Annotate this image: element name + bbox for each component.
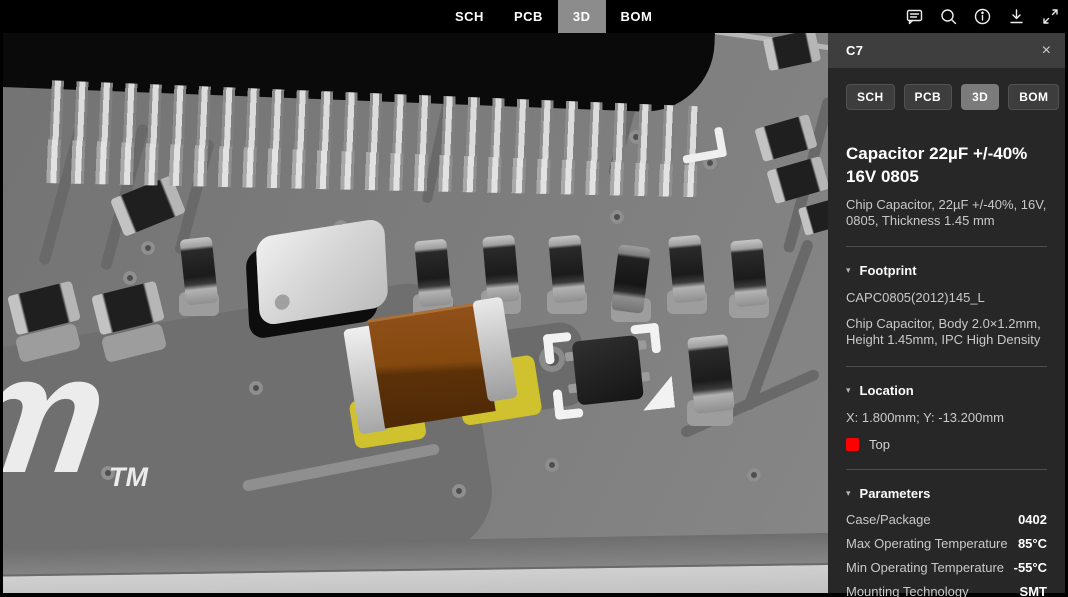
tab-sch[interactable]: SCH: [440, 0, 499, 33]
location-section-header[interactable]: ▾ Location: [846, 383, 1047, 398]
parameter-row: Mounting Technology SMT: [846, 579, 1047, 597]
panel-tab-3d[interactable]: 3D: [961, 84, 1000, 110]
pcb-via: [545, 458, 559, 472]
panel-tab-sch[interactable]: SCH: [846, 84, 895, 110]
parameter-label: Max Operating Temperature: [846, 535, 1008, 551]
smd-capacitor[interactable]: [687, 334, 735, 414]
parameters-section-label: Parameters: [859, 486, 931, 501]
view-tabs: SCH PCB 3D BOM: [440, 0, 667, 33]
pcb-via: [141, 241, 155, 255]
footprint-section-header[interactable]: ▾ Footprint: [846, 263, 1047, 278]
parameter-value: -55°C: [1013, 559, 1047, 575]
location-section-label: Location: [859, 382, 914, 398]
parameter-value: 85°C: [1017, 535, 1047, 551]
search-icon[interactable]: [939, 7, 958, 26]
footprint-section-label: Footprint: [859, 263, 917, 278]
parameters-section: ▾ Parameters Case/Package 0402 Max Opera…: [846, 470, 1047, 597]
parameters-section-header[interactable]: ▾ Parameters: [846, 486, 1047, 501]
footprint-description: Chip Capacitor, Body 2.0×1.2mm, Height 1…: [846, 315, 1041, 348]
crystal-pin1-dot: [274, 293, 291, 311]
parameter-row: Min Operating Temperature -55°C: [846, 555, 1047, 579]
sot-body: [571, 334, 644, 406]
selection-bracket: [554, 408, 584, 420]
pcb-via: [452, 484, 466, 498]
pcb-via: [249, 381, 263, 395]
selected-capacitor-c7[interactable]: [342, 296, 543, 451]
sot-package-group[interactable]: [542, 312, 679, 433]
info-icon[interactable]: [973, 7, 992, 26]
smd-capacitor[interactable]: [548, 234, 586, 304]
layer-row: Top: [846, 437, 1047, 452]
parameter-label: Min Operating Temperature: [846, 559, 1005, 575]
parameter-row: Case/Package 0402: [846, 507, 1047, 531]
smd-capacitor[interactable]: [482, 234, 520, 304]
parameter-label: Case/Package: [846, 511, 931, 527]
parameter-list: Case/Package 0402 Max Operating Temperat…: [846, 507, 1047, 597]
component-name: Capacitor 22µF +/-40% 16V 0805: [846, 144, 1028, 186]
panel-view-tabs: SCH PCB 3D BOM: [846, 84, 1060, 110]
silkscreen-logo-tm: TM: [109, 462, 148, 492]
location-coordinates: X: 1.800mm; Y: -13.200mm: [846, 409, 1004, 425]
footprint-section: ▾ Footprint CAPC0805(2012)145_L Chip Cap…: [846, 247, 1047, 349]
component-description: Chip Capacitor, 22µF +/-40%, 16V, 0805, …: [846, 197, 1047, 228]
smd-capacitor[interactable]: [668, 234, 706, 304]
panel-tab-bom[interactable]: BOM: [1008, 84, 1060, 110]
smd-capacitor[interactable]: [414, 238, 452, 308]
location-section: ▾ Location X: 1.800mm; Y: -13.200mm Top: [846, 367, 1047, 452]
pcb-via: [747, 468, 761, 482]
silkscreen-corner: [679, 126, 730, 166]
smd-capacitor[interactable]: [730, 238, 768, 308]
close-icon[interactable]: ×: [1042, 42, 1051, 59]
parameter-label: Mounting Technology: [846, 583, 969, 597]
chevron-down-icon: ▾: [846, 488, 851, 498]
comment-icon[interactable]: [905, 7, 924, 26]
panel-body: Capacitor 22µF +/-40% 16V 0805 Chip Capa…: [828, 142, 1065, 597]
tab-pcb[interactable]: PCB: [499, 0, 558, 33]
chevron-down-icon: ▾: [846, 384, 851, 395]
pcb-via: [123, 271, 137, 285]
parameter-value: SMT: [1019, 583, 1047, 597]
download-icon[interactable]: [1007, 7, 1026, 26]
component-designator: C7: [846, 43, 864, 58]
pcb-via: [610, 210, 624, 224]
selection-bracket: [649, 322, 662, 354]
footprint-name: CAPC0805(2012)145_L: [846, 290, 985, 305]
panel-header: C7 ×: [828, 33, 1065, 68]
chevron-down-icon: ▾: [846, 265, 851, 275]
viewer-window: m TM SCH PCB 3D BOM C7 × SCH PCB 3D BOM …: [0, 0, 1068, 597]
fullscreen-icon[interactable]: [1041, 7, 1060, 26]
layer-name: Top: [869, 437, 890, 452]
smd-capacitor[interactable]: [179, 236, 219, 306]
layer-color-swatch: [846, 438, 859, 451]
component-inspector-panel: C7 × SCH PCB 3D BOM Capacitor 22µF +/-40…: [828, 33, 1065, 597]
smd-chip[interactable]: [762, 28, 822, 72]
parameter-value: 0402: [1018, 511, 1047, 527]
tab-bom[interactable]: BOM: [606, 0, 668, 33]
top-bar: SCH PCB 3D BOM: [0, 0, 1068, 33]
tab-3d[interactable]: 3D: [557, 0, 606, 33]
parameter-row: Max Operating Temperature 85°C: [846, 531, 1047, 555]
panel-tab-pcb[interactable]: PCB: [903, 84, 953, 110]
toolbar: [905, 0, 1060, 33]
smd-chip[interactable]: [766, 155, 830, 205]
